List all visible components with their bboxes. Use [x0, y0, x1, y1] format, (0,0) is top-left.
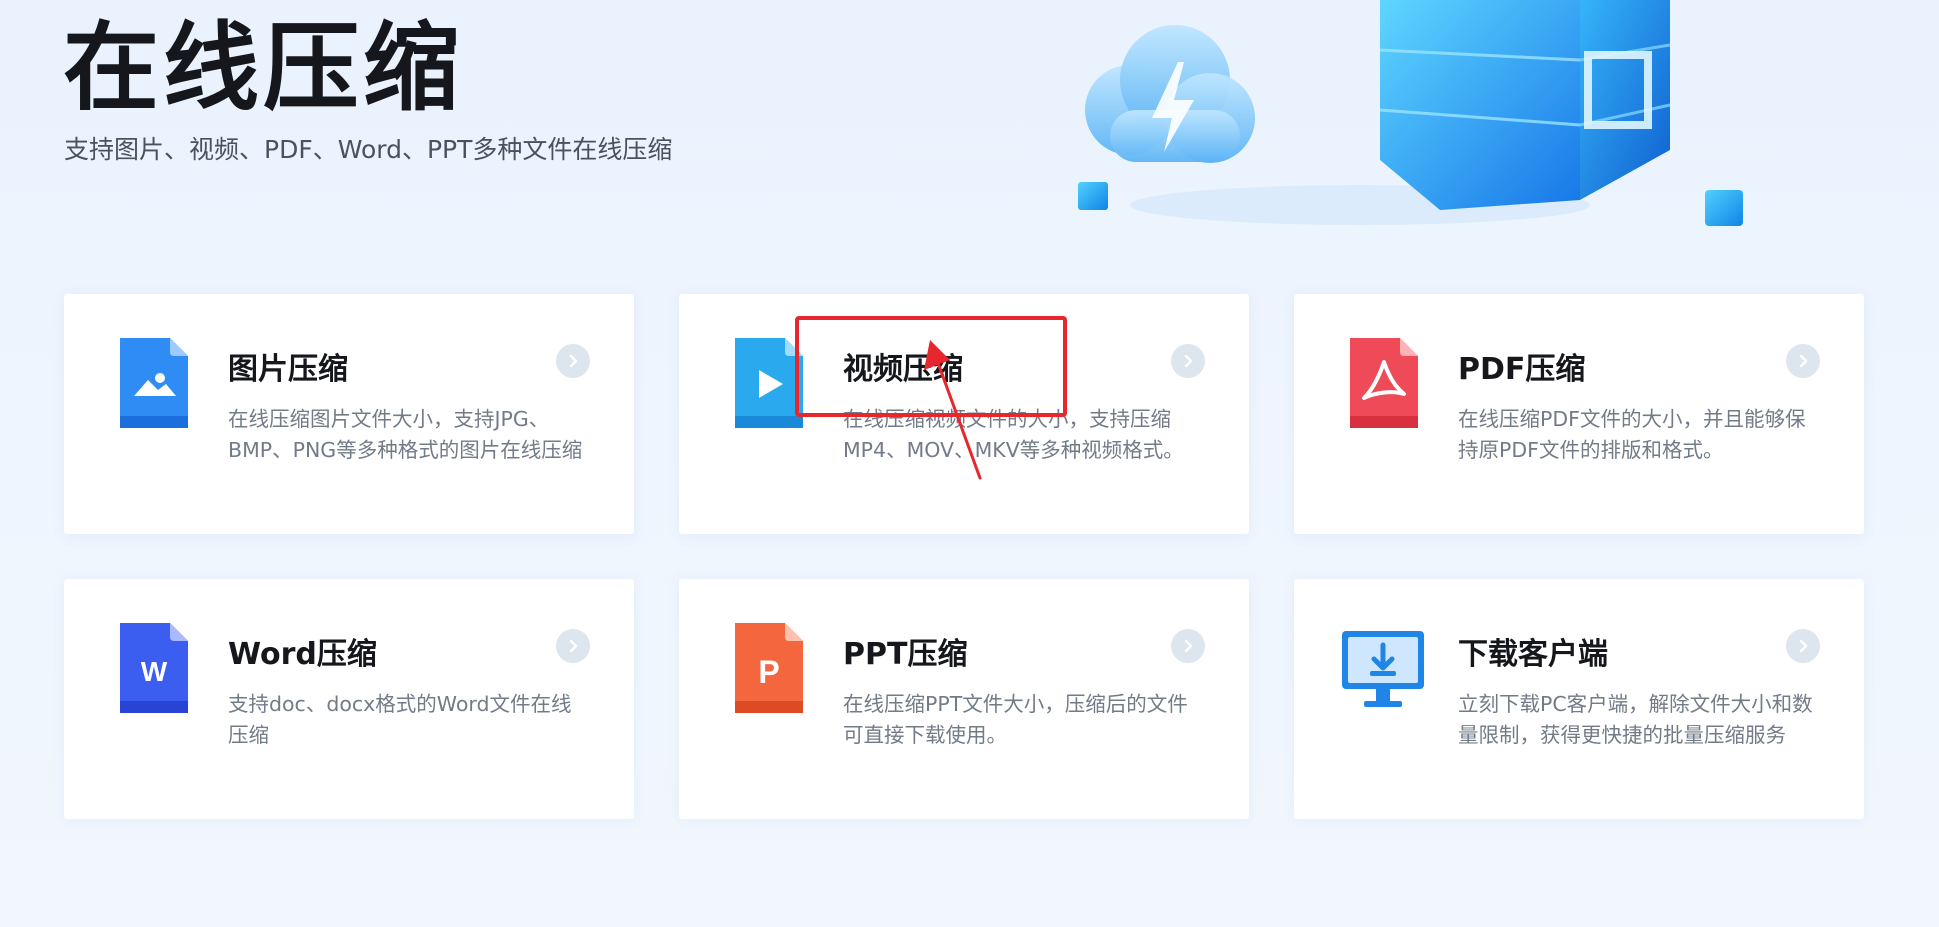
card-description: 在线压缩PPT文件大小，压缩后的文件可直接下载使用。 — [843, 692, 1188, 747]
card-pdf-compress[interactable]: PDF压缩 在线压缩PDF文件的大小，并且能够保持原PDF文件的排版和格式。 — [1294, 294, 1864, 534]
card-title: Word压缩 — [228, 637, 377, 672]
monitor-download-icon — [1342, 631, 1424, 707]
card-title: 视频压缩 — [843, 352, 963, 387]
video-file-icon — [735, 338, 803, 428]
image-file-icon — [120, 338, 188, 428]
svg-text:P: P — [758, 654, 779, 690]
card-title: 下载客户端 — [1458, 637, 1608, 672]
word-file-icon: W — [120, 623, 188, 713]
pdf-file-icon — [1350, 338, 1418, 428]
card-title: PDF压缩 — [1458, 352, 1586, 387]
card-description: 支持doc、docx格式的Word文件在线压缩 — [228, 692, 572, 747]
page-subtitle: 支持图片、视频、PDF、Word、PPT多种文件在线压缩 — [64, 135, 673, 164]
ppt-file-icon: P — [735, 623, 803, 713]
chevron-right-icon[interactable] — [556, 344, 590, 378]
card-description: 在线压缩PDF文件的大小，并且能够保持原PDF文件的排版和格式。 — [1458, 407, 1806, 462]
card-title: PPT压缩 — [843, 637, 968, 672]
card-video-compress[interactable]: 视频压缩 在线压缩视频文件的大小，支持压缩MP4、MOV、MKV等多种视频格式。 — [679, 294, 1249, 534]
chevron-right-icon[interactable] — [1171, 629, 1205, 663]
card-description: 在线压缩图片文件大小，支持JPG、BMP、PNG等多种格式的图片在线压缩 — [228, 407, 583, 462]
card-word-compress[interactable]: W Word压缩 支持doc、docx格式的Word文件在线压缩 — [64, 579, 634, 819]
card-description: 立刻下载PC客户端，解除文件大小和数量限制，获得更快捷的批量压缩服务 — [1458, 692, 1813, 747]
hero-cloud-cube-illustration — [1078, 0, 1743, 226]
svg-text:W: W — [141, 656, 168, 687]
card-ppt-compress[interactable]: P PPT压缩 在线压缩PPT文件大小，压缩后的文件可直接下载使用。 — [679, 579, 1249, 819]
chevron-right-icon[interactable] — [1786, 629, 1820, 663]
card-title: 图片压缩 — [228, 352, 348, 387]
card-download-client[interactable]: 下载客户端 立刻下载PC客户端，解除文件大小和数量限制，获得更快捷的批量压缩服务 — [1294, 579, 1864, 819]
page-title: 在线压缩 — [63, 12, 463, 124]
chevron-right-icon[interactable] — [1171, 344, 1205, 378]
card-image-compress[interactable]: 图片压缩 在线压缩图片文件大小，支持JPG、BMP、PNG等多种格式的图片在线压… — [64, 294, 634, 534]
compression-cards-grid: 图片压缩 在线压缩图片文件大小，支持JPG、BMP、PNG等多种格式的图片在线压… — [64, 294, 1864, 819]
card-description: 在线压缩视频文件的大小，支持压缩MP4、MOV、MKV等多种视频格式。 — [843, 407, 1184, 462]
chevron-right-icon[interactable] — [556, 629, 590, 663]
chevron-right-icon[interactable] — [1786, 344, 1820, 378]
